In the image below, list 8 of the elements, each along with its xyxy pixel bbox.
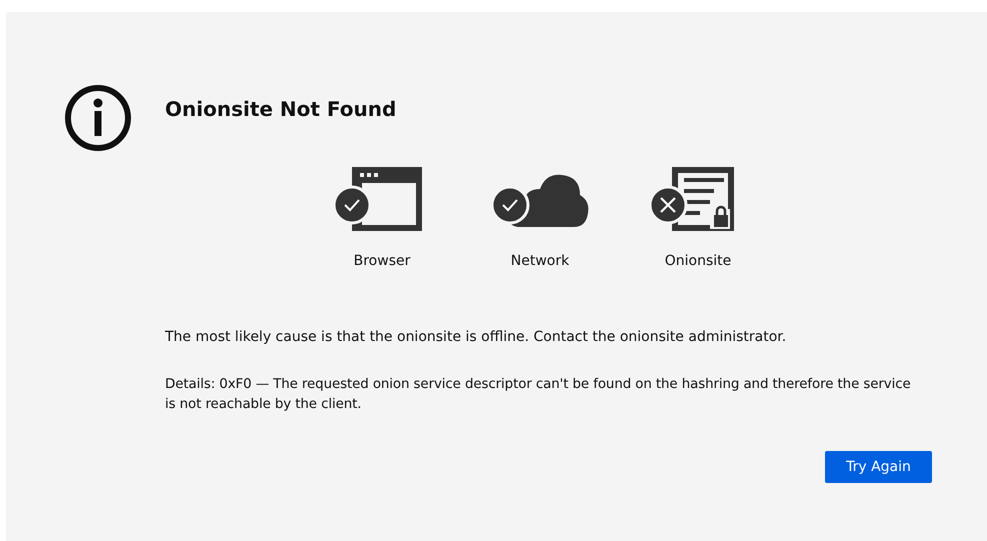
check-label: Browser: [354, 253, 410, 269]
try-again-button[interactable]: Try Again: [825, 451, 932, 483]
info-icon: [64, 84, 132, 152]
page-title: Onionsite Not Found: [165, 96, 398, 123]
check-label: Onionsite: [664, 253, 732, 269]
check-label: Network: [510, 253, 570, 269]
details-text: Details: 0xF0 — The requested onion service descriptor can't be found on the hashring and therefore the service is not reachable by the client.: [165, 376, 912, 414]
cause-text: The most likely cause is that the onionsite is offline. Contact the onionsite administrator.: [165, 328, 788, 347]
